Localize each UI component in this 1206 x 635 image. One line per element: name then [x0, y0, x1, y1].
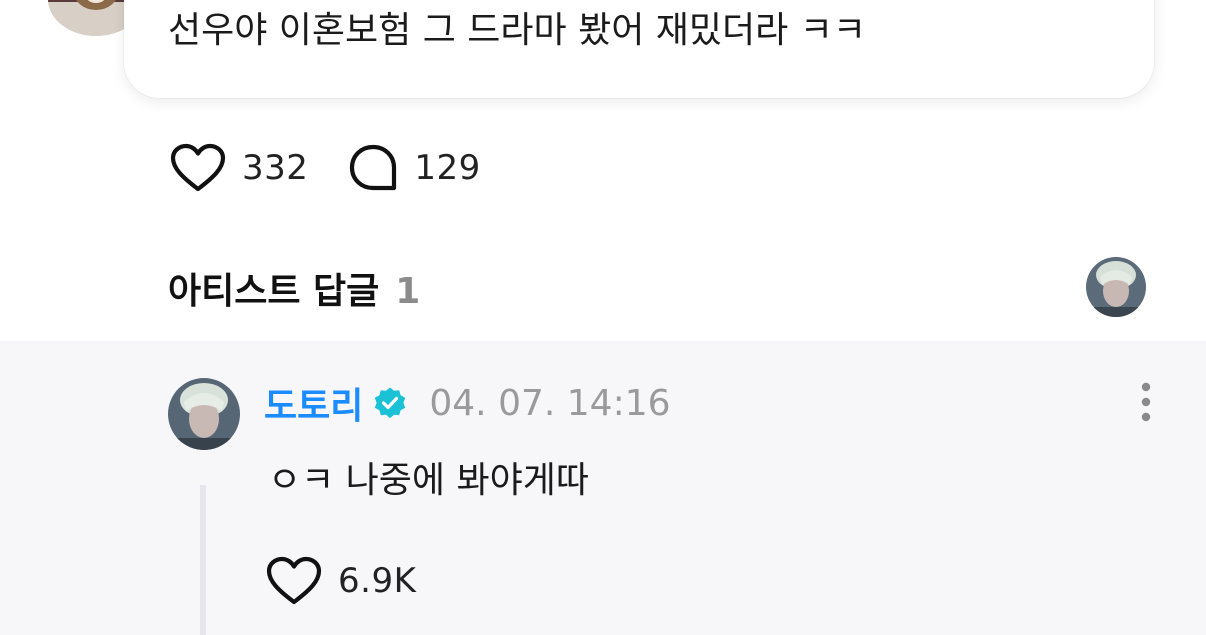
heart-outline-icon	[170, 143, 226, 193]
post-content-bubble: 선우야 이혼보험 그 드라마 봤어 재밌더라 ㅋㅋ	[124, 0, 1154, 98]
reply-like-button[interactable]: 6.9K	[266, 556, 416, 606]
verified-badge-icon	[373, 386, 407, 420]
more-options-icon[interactable]	[1130, 381, 1162, 423]
artist-avatar[interactable]	[1086, 257, 1146, 317]
reply-actions: 6.9K	[266, 553, 416, 609]
post-actions: 332 129	[170, 140, 481, 196]
reply-author-avatar[interactable]	[168, 378, 240, 450]
artist-replies-header: 아티스트 답글 1	[168, 262, 420, 314]
reply-meta: 도토리 04. 07. 14:16	[264, 381, 671, 428]
thread-line	[200, 485, 206, 635]
post-text: 선우야 이혼보험 그 드라마 봤어 재밌더라 ㅋㅋ	[168, 10, 866, 51]
speech-bubble-icon	[348, 143, 398, 193]
artist-replies-count: 1	[395, 271, 421, 312]
reply-timestamp: 04. 07. 14:16	[429, 382, 671, 424]
heart-outline-icon	[266, 556, 322, 606]
reply-author-name[interactable]: 도토리	[264, 377, 363, 429]
artist-replies-title: 아티스트 답글	[168, 271, 380, 312]
reply-text: ㅇㅋ 나중에 봐야게따	[268, 460, 589, 501]
post-comment-button[interactable]: 129	[348, 143, 480, 193]
reply-like-count: 6.9K	[338, 561, 417, 601]
post-like-count: 332	[242, 148, 309, 188]
artist-reply: 도토리 04. 07. 14:16 ㅇㅋ 나중에 봐야게따 6.9K	[0, 341, 1206, 635]
post-comment-count: 129	[414, 148, 481, 188]
post-like-button[interactable]: 332	[170, 143, 308, 193]
